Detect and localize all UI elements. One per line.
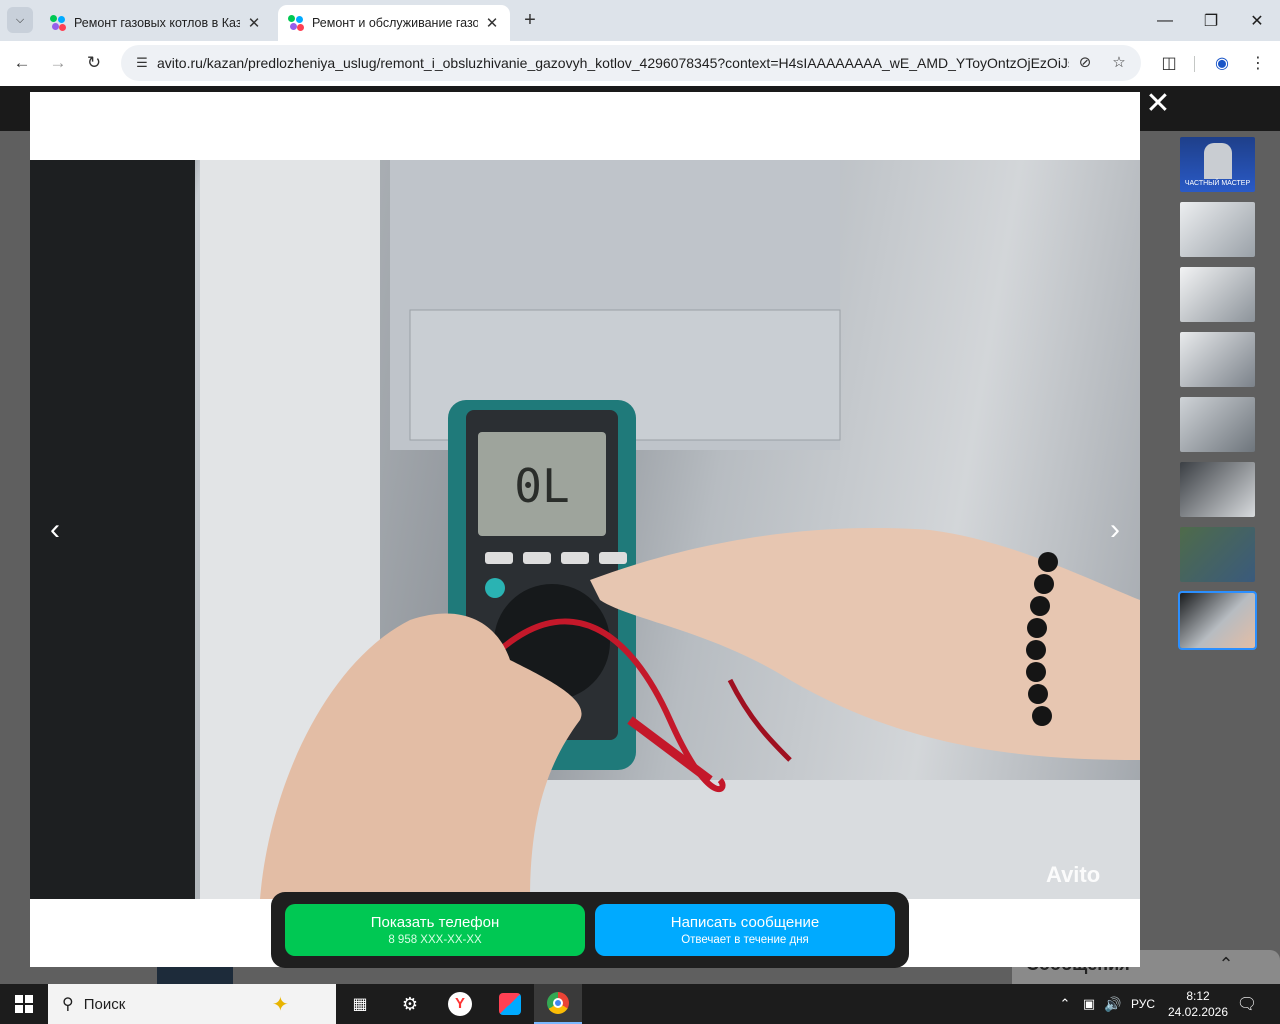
avito-favicon-icon bbox=[50, 15, 66, 31]
minimize-icon[interactable]: — bbox=[1142, 0, 1188, 41]
tray-chevron-up-icon[interactable]: ⌃ bbox=[1054, 984, 1076, 1024]
contact-actions-panel: Показать телефон 8 958 XXX-XX-XX Написат… bbox=[271, 892, 909, 968]
write-message-button[interactable]: Написать сообщение Отвечает в течение дн… bbox=[595, 904, 895, 956]
chevron-up-icon: ⌃ bbox=[1218, 954, 1234, 974]
thumbnail-7[interactable] bbox=[1180, 527, 1255, 582]
tab-close-icon[interactable]: ✕ bbox=[484, 14, 500, 32]
response-time-text: Отвечает в течение дня bbox=[681, 934, 809, 946]
yandex-browser-icon[interactable]: Y bbox=[436, 984, 484, 1024]
clock[interactable]: 8:12 24.02.2026 bbox=[1162, 984, 1234, 1024]
multimeter-key bbox=[599, 552, 627, 564]
tab-active[interactable]: Ремонт и обслуживание газов ✕ bbox=[278, 5, 510, 41]
boiler-base bbox=[500, 780, 1140, 899]
clock-time: 8:12 bbox=[1186, 989, 1210, 1003]
tab-title: Ремонт и обслуживание газов bbox=[312, 16, 478, 30]
task-view-icon[interactable]: ▦ bbox=[336, 984, 384, 1024]
thumbnail-8-selected[interactable] bbox=[1178, 591, 1257, 650]
profile-avatar-icon[interactable]: ◉ bbox=[1208, 49, 1236, 77]
browser-toolbar: ← → ↻ ☰ avito.ru/kazan/predlozheniya_usl… bbox=[0, 41, 1280, 86]
site-info-icon[interactable]: ☰ bbox=[133, 54, 151, 72]
volume-icon[interactable]: 🔊 bbox=[1102, 984, 1124, 1024]
red-wire bbox=[727, 678, 792, 762]
app-tiles-icon[interactable] bbox=[486, 984, 534, 1024]
tab-inactive[interactable]: Ремонт газовых котлов в Каза ✕ bbox=[40, 5, 272, 41]
thumbnail-5[interactable] bbox=[1180, 397, 1255, 452]
search-placeholder: Поиск bbox=[83, 995, 126, 1013]
taskbar-search-input[interactable]: ⚲ Поиск ✦ bbox=[48, 984, 336, 1024]
chrome-taskbar-icon[interactable] bbox=[534, 984, 582, 1024]
write-message-label: Написать сообщение bbox=[670, 914, 820, 931]
url-text[interactable]: avito.ru/kazan/predlozheniya_uslug/remon… bbox=[157, 55, 1069, 71]
page-image-dimmed bbox=[157, 966, 233, 984]
input-language[interactable]: РУС bbox=[1126, 984, 1160, 1024]
app-tiles-logo bbox=[499, 993, 521, 1015]
phone-masked-number: 8 958 XXX-XX-XX bbox=[388, 934, 482, 946]
show-phone-button[interactable]: Показать телефон 8 958 XXX-XX-XX bbox=[285, 904, 585, 956]
restore-icon[interactable]: ❐ bbox=[1188, 0, 1234, 41]
extensions-puzzle-icon[interactable]: ◫ bbox=[1155, 49, 1183, 77]
toolbar-divider bbox=[1194, 56, 1195, 72]
show-phone-label: Показать телефон bbox=[370, 914, 500, 931]
tab-close-icon[interactable]: ✕ bbox=[246, 14, 262, 32]
red-probe bbox=[627, 716, 713, 784]
address-bar[interactable]: ☰ avito.ru/kazan/predlozheniya_uslug/rem… bbox=[121, 45, 1141, 81]
copilot-sparkle-icon: ✦ bbox=[272, 994, 289, 1016]
notifications-icon[interactable]: 🗨 bbox=[1234, 984, 1260, 1024]
chrome-logo bbox=[547, 992, 569, 1014]
settings-gear-icon[interactable]: ⚙ bbox=[386, 984, 434, 1024]
thumbnail-1[interactable]: ЧАСТНЫЙ МАСТЕР bbox=[1180, 137, 1255, 192]
browser-menu-dots-icon[interactable]: ⋮ bbox=[1244, 49, 1272, 77]
window-close-icon[interactable]: ✕ bbox=[1234, 0, 1280, 41]
display-reading: 0L bbox=[514, 459, 569, 513]
yandex-logo: Y bbox=[448, 992, 472, 1016]
new-tab-plus-icon[interactable]: + bbox=[518, 8, 542, 32]
thumbnail-3[interactable] bbox=[1180, 267, 1255, 322]
chevron-down-icon: ⌵ bbox=[15, 13, 25, 26]
bookmark-star-icon[interactable]: ☆ bbox=[1109, 53, 1129, 73]
search-icon: ⚲ bbox=[62, 996, 74, 1013]
thumbnail-2[interactable] bbox=[1180, 202, 1255, 257]
network-icon[interactable]: ▣ bbox=[1078, 984, 1100, 1024]
taskbar: ⚲ Поиск ✦ ▦ ⚙ Y ⌃ ▣ 🔊 РУС 8:12 24.02.202… bbox=[0, 984, 1280, 1024]
gallery-photo-multimeter[interactable]: 0L bbox=[30, 160, 1140, 899]
multimeter-key bbox=[523, 552, 551, 564]
close-gallery-icon[interactable]: ✕ bbox=[1144, 89, 1172, 119]
avito-watermark: Avito bbox=[1046, 862, 1101, 887]
thumb-person bbox=[1204, 143, 1232, 179]
multimeter-key bbox=[485, 552, 513, 564]
windows-logo-icon bbox=[15, 995, 33, 1013]
windows-start-icon[interactable] bbox=[0, 984, 48, 1024]
multimeter-key bbox=[561, 552, 589, 564]
next-photo-chevron-icon[interactable]: › bbox=[1099, 512, 1131, 548]
tracking-protection-icon[interactable]: ⊘ bbox=[1075, 53, 1095, 73]
tab-title: Ремонт газовых котлов в Каза bbox=[74, 16, 240, 30]
avito-favicon-icon bbox=[288, 15, 304, 31]
previous-photo-chevron-icon[interactable]: ‹ bbox=[39, 512, 71, 548]
thumbnail-4[interactable] bbox=[1180, 332, 1255, 387]
thumb-caption: ЧАСТНЫЙ МАСТЕР bbox=[1184, 180, 1251, 187]
multimeter-hold-button bbox=[485, 578, 505, 598]
back-arrow-icon[interactable]: ← bbox=[8, 49, 36, 77]
forward-arrow-icon[interactable]: → bbox=[44, 49, 72, 77]
tab-strip: ⌵ Ремонт газовых котлов в Каза ✕ Ремонт … bbox=[0, 0, 1280, 41]
reload-icon[interactable]: ↻ bbox=[80, 49, 108, 77]
thumbnail-6[interactable] bbox=[1180, 462, 1255, 517]
clock-date: 24.02.2026 bbox=[1167, 1005, 1229, 1019]
tab-search-button[interactable]: ⌵ bbox=[7, 7, 33, 33]
multimeter-photo-illustration: 0L bbox=[30, 160, 1140, 899]
